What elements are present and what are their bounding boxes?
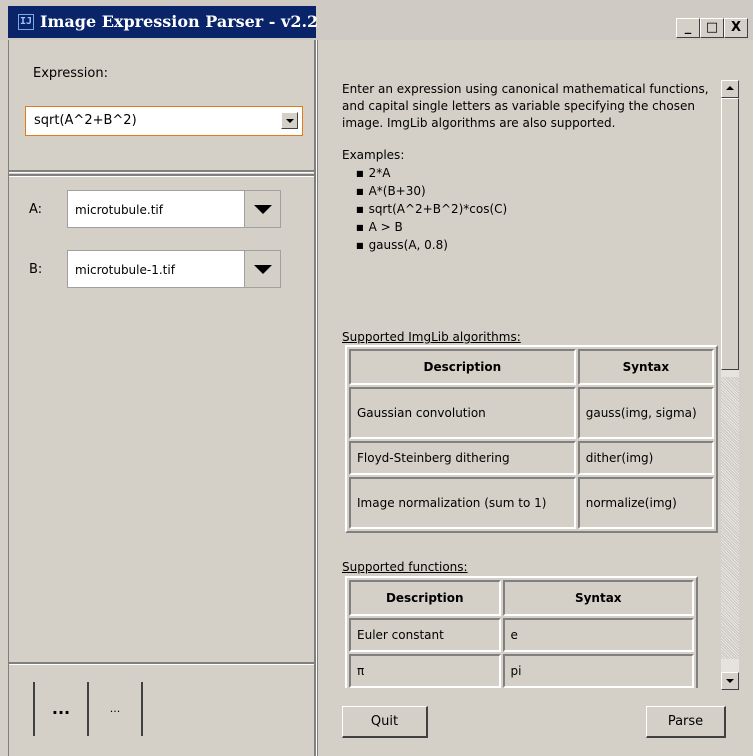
table-row: π pi: [349, 654, 694, 688]
close-button[interactable]: X: [724, 18, 748, 38]
help-panel: Enter an expression using canonical math…: [318, 40, 722, 688]
parse-button[interactable]: Parse: [646, 706, 726, 738]
table-row: Gaussian convolution gauss(img, sigma): [349, 387, 714, 439]
algorithms-heading: Supported ImgLib algorithms:: [342, 330, 521, 344]
scrollbar-thumb[interactable]: [721, 98, 739, 370]
chevron-down-icon[interactable]: [244, 251, 280, 287]
list-item: A > B: [356, 219, 507, 237]
minimize-icon: _: [684, 20, 692, 35]
main-window: IJ Image Expression Parser - v2.2 _ □ X …: [0, 0, 753, 756]
column-header: Description: [349, 349, 576, 385]
column-header: Description: [349, 580, 501, 616]
variable-b-image-select[interactable]: microtubule-1.tif: [67, 250, 281, 288]
table-cell: e: [502, 618, 694, 652]
examples-heading: Examples:: [342, 148, 405, 162]
quit-button[interactable]: Quit: [342, 706, 428, 738]
help-scrollbar[interactable]: [721, 80, 739, 690]
scroll-down-icon[interactable]: [721, 672, 739, 690]
variable-a-label: A:: [29, 202, 43, 217]
expression-combobox[interactable]: sqrt(A^2+B^2): [25, 106, 303, 136]
chevron-down-icon[interactable]: [244, 191, 280, 227]
variable-b-label: B:: [29, 262, 43, 277]
help-intro: Enter an expression using canonical math…: [342, 82, 709, 130]
minimize-button[interactable]: _: [676, 18, 700, 38]
table-cell: Floyd-Steinberg dithering: [349, 441, 576, 475]
scrollbar-track[interactable]: [721, 377, 739, 659]
chevron-down-icon[interactable]: [281, 112, 298, 129]
list-item: A*(B+30): [356, 183, 507, 201]
table-cell: gauss(img, sigma): [577, 387, 714, 439]
table-cell: pi: [502, 654, 694, 688]
variable-b-image[interactable]: microtubule-1.tif: [75, 263, 175, 277]
divider: [9, 170, 314, 173]
add-variable-button[interactable]: ...: [33, 682, 89, 736]
table-row: Euler constant e: [349, 618, 694, 652]
scroll-up-icon[interactable]: [721, 80, 739, 98]
table-cell: dither(img): [577, 441, 714, 475]
list-item: 2*A: [356, 165, 507, 183]
app-icon[interactable]: IJ: [18, 14, 34, 30]
column-header: Syntax: [502, 580, 694, 616]
table-cell: normalize(img): [577, 477, 714, 529]
maximize-button[interactable]: □: [700, 18, 724, 38]
expression-value[interactable]: sqrt(A^2+B^2): [34, 113, 137, 128]
table-header-row: Description Syntax: [349, 580, 694, 616]
window-controls: _ □ X: [676, 18, 753, 38]
table-row: Image normalization (sum to 1) normalize…: [349, 477, 714, 529]
title-bar-active[interactable]: IJ Image Expression Parser - v2.2: [8, 6, 319, 38]
close-icon: X: [730, 20, 742, 35]
maximize-icon: □: [705, 20, 719, 35]
table-cell: Euler constant: [349, 618, 501, 652]
column-header: Syntax: [577, 349, 714, 385]
left-pane: Expression: sqrt(A^2+B^2) A: microtubule…: [8, 40, 315, 756]
divider: [9, 662, 314, 665]
right-pane: Enter an expression using canonical math…: [317, 40, 753, 756]
expression-label: Expression:: [33, 66, 108, 81]
algorithms-table: Description Syntax Gaussian convolution …: [345, 345, 718, 533]
table-cell: Image normalization (sum to 1): [349, 477, 576, 529]
remove-variable-button[interactable]: ...: [87, 682, 143, 736]
table-row: Floyd-Steinberg dithering dither(img): [349, 441, 714, 475]
variable-a-image-select[interactable]: microtubule.tif: [67, 190, 281, 228]
title-bar[interactable]: IJ Image Expression Parser - v2.2 _ □ X: [0, 0, 753, 40]
variable-a-image[interactable]: microtubule.tif: [75, 203, 163, 217]
functions-heading: Supported functions:: [342, 560, 468, 574]
functions-table: Description Syntax Euler constant e π pi: [345, 576, 698, 688]
divider: [9, 174, 314, 177]
table-cell: π: [349, 654, 501, 688]
list-item: sqrt(A^2+B^2)*cos(C): [356, 201, 508, 219]
table-cell: Gaussian convolution: [349, 387, 576, 439]
table-header-row: Description Syntax: [349, 349, 714, 385]
window-border: [744, 40, 753, 756]
window-title: Image Expression Parser - v2.2: [40, 12, 319, 31]
examples-list: 2*A A*(B+30) sqrt(A^2+B^2)*cos(C) A > B …: [356, 165, 508, 255]
list-item: gauss(A, 0.8): [356, 237, 507, 255]
